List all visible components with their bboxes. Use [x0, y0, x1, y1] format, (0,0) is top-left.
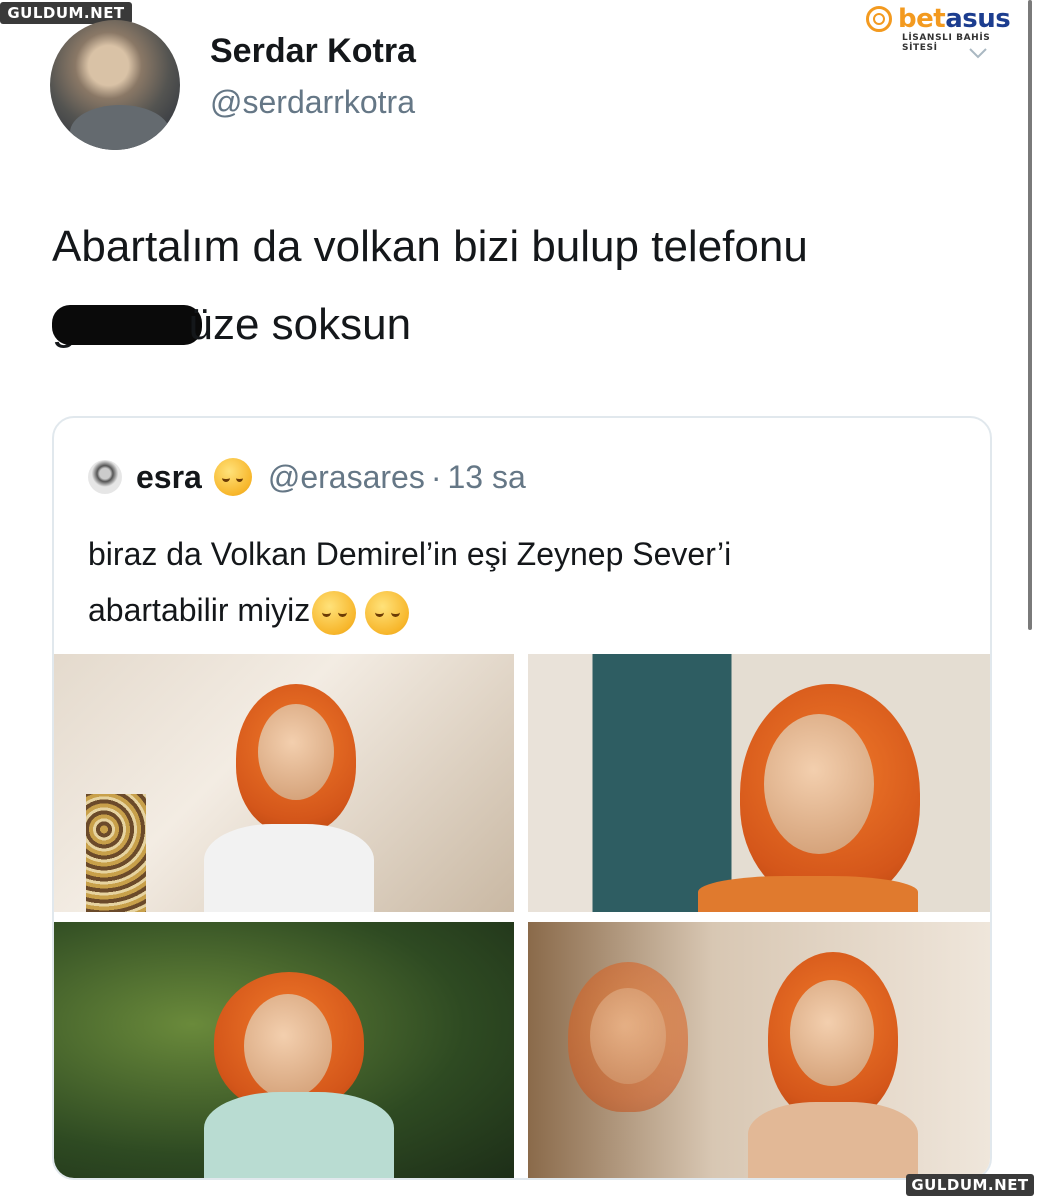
relieved-face-emoji-icon — [365, 590, 410, 635]
photo-4[interactable] — [528, 922, 990, 1178]
sponsor-logo: betasus LİSANSLI BAHİS SİTESİ — [866, 4, 1026, 53]
photo-3[interactable] — [54, 922, 514, 1178]
quoted-tweet[interactable]: esra @erasares · 13 sa biraz da Volkan D… — [52, 416, 992, 1180]
separator-dot: · — [430, 458, 442, 495]
tweet-text-line1: Abartalım da volkan bizi bulup telefonu — [52, 222, 808, 271]
tweet-text: Abartalım da volkan bizi bulup telefonu … — [52, 208, 1012, 364]
photo-2[interactable] — [528, 654, 990, 912]
quoted-handle[interactable]: @erasares — [268, 459, 425, 496]
tweet-text-line2: güze soksun — [52, 286, 1012, 364]
quoted-text-line1: biraz da Volkan Demirel’in eşi Zeynep Se… — [88, 536, 732, 572]
brand-mark-icon — [866, 6, 892, 32]
brand-name: betasus — [898, 4, 1011, 34]
quoted-display-name[interactable]: esra — [136, 459, 202, 496]
scrollbar[interactable] — [1028, 0, 1032, 630]
censor-mark — [52, 305, 203, 345]
watermark-logo-bottom-right: GULDUM.NET — [906, 1174, 1034, 1196]
quoted-text-line2: abartabilir miyiz — [88, 582, 948, 638]
quoted-tweet-header: esra @erasares · 13 sa — [88, 458, 526, 496]
photo-1[interactable] — [54, 654, 514, 912]
avatar[interactable] — [50, 20, 180, 150]
user-handle[interactable]: @serdarrkotra — [210, 84, 415, 121]
quoted-timestamp[interactable]: 13 sa — [447, 459, 525, 496]
brand-subtitle: LİSANSLI BAHİS SİTESİ — [902, 33, 991, 53]
relieved-face-emoji-icon — [312, 590, 357, 635]
quoted-avatar[interactable] — [88, 460, 122, 494]
chevron-down-icon[interactable] — [968, 46, 988, 60]
pleading-face-emoji-icon — [213, 458, 252, 496]
quoted-tweet-text: biraz da Volkan Demirel’in eşi Zeynep Se… — [88, 526, 948, 638]
display-name[interactable]: Serdar Kotra — [210, 32, 416, 71]
photo-grid — [54, 654, 990, 1178]
